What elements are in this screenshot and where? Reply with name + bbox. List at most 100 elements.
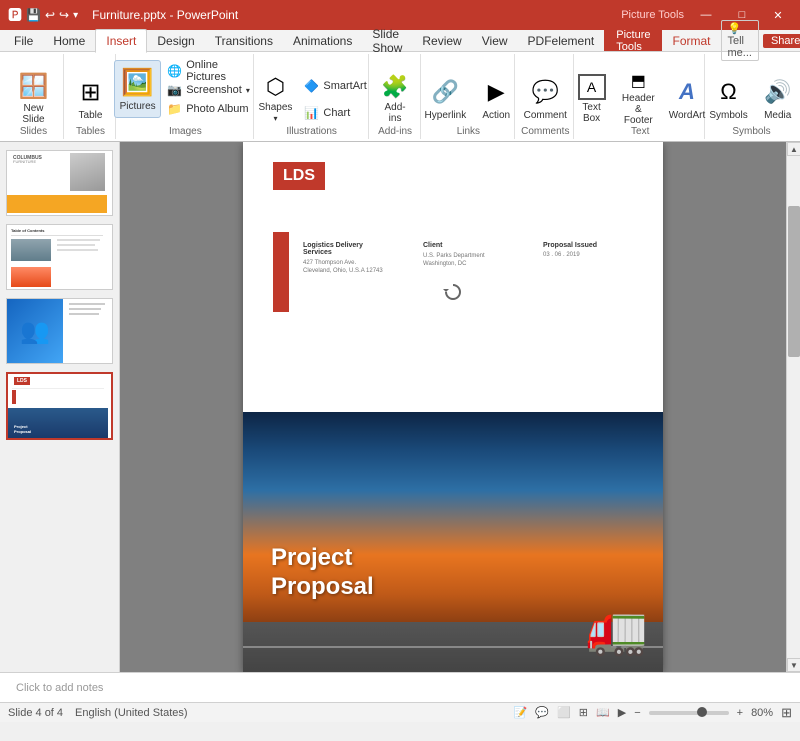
addins-button[interactable]: 🧩 Add- ins xyxy=(373,70,417,128)
slide-3-thumb[interactable]: 👥 xyxy=(6,298,113,364)
status-bar: Slide 4 of 4 English (United States) 📝 💬… xyxy=(0,702,800,722)
title-bar-left: 🅿 💾 ↩ ↪ ▾ Furniture.pptx - PowerPoint xyxy=(8,5,238,25)
zoom-out-button[interactable]: − xyxy=(634,707,640,719)
quick-access-redo[interactable]: ↪ xyxy=(59,8,69,22)
quick-access-save[interactable]: 💾 xyxy=(26,8,41,22)
table-icon: ⊞ xyxy=(75,76,107,108)
view-reading-icon[interactable]: 📖 xyxy=(596,706,610,719)
symbols-button[interactable]: Ω Symbols xyxy=(703,70,753,128)
symbols-group-label: Symbols xyxy=(707,126,796,137)
wordart-label: WordArt xyxy=(669,110,706,121)
truck-icon: 🚛 xyxy=(586,604,648,654)
textbox-button[interactable]: A TextBox xyxy=(571,70,613,128)
tab-transitions[interactable]: Transitions xyxy=(205,30,283,52)
company-info: Logistics Delivery Services 427 Thompson… xyxy=(303,242,393,276)
online-pictures-icon: 🌐 xyxy=(167,64,182,78)
scroll-track[interactable] xyxy=(787,156,800,658)
media-button[interactable]: 🔊 Media xyxy=(756,70,800,128)
tab-format[interactable]: Format xyxy=(662,30,720,51)
t3-line3 xyxy=(69,313,99,315)
notes-area[interactable]: Click to add notes xyxy=(0,672,800,702)
minimize-button[interactable]: — xyxy=(692,6,720,24)
action-button[interactable]: ▶ Action xyxy=(474,70,518,128)
view-slideshow-icon[interactable]: ▶ xyxy=(618,706,626,719)
comment-icon: 💬 xyxy=(529,76,561,108)
tab-view[interactable]: View xyxy=(472,30,518,52)
tab-review[interactable]: Review xyxy=(412,30,471,52)
online-pictures-button[interactable]: 🌐 Online Pictures xyxy=(163,62,256,80)
zoom-in-button[interactable]: + xyxy=(737,707,743,719)
screenshot-dropdown[interactable]: ▾ xyxy=(246,86,250,95)
quick-access-customize[interactable]: ▾ xyxy=(73,10,78,21)
slide-top-section: LDS Logistics Delivery Services 427 Thom… xyxy=(243,142,663,412)
tab-design[interactable]: Design xyxy=(147,30,204,52)
comment-button[interactable]: 💬 Comment xyxy=(518,70,573,128)
app-icon: 🅿 xyxy=(8,5,22,25)
shapes-button[interactable]: ⬡ Shapes ▾ xyxy=(253,70,299,128)
screenshot-button[interactable]: 📷 Screenshot ▾ xyxy=(163,81,256,99)
t2-img2 xyxy=(11,267,51,287)
new-slide-button[interactable]: 🪟 NewSlide xyxy=(12,70,56,128)
links-group-label: Links xyxy=(423,126,515,137)
pictures-icon: 🖼️ xyxy=(122,67,154,99)
images-group-label: Images xyxy=(118,126,253,137)
symbols-label: Symbols xyxy=(709,110,747,121)
ribbon-group-text: A TextBox ⬒ Header& Footer A WordArt Tex… xyxy=(576,54,705,139)
hyperlink-button[interactable]: 🔗 Hyperlink xyxy=(419,70,473,128)
slide-panel[interactable]: 1 COLUMBUS FURNITURE 2 Table of Contents xyxy=(0,142,120,672)
ribbon-wrapper: File Home Insert Design Transitions Anim… xyxy=(0,30,800,142)
textbox-label: TextBox xyxy=(582,102,600,124)
context-band: File Home Insert Design Transitions Anim… xyxy=(0,30,800,52)
view-slide-sorter-icon[interactable]: ⊞ xyxy=(579,706,588,719)
slide-2-container: 2 Table of Contents xyxy=(6,224,113,290)
slide-count: Slide 4 of 4 xyxy=(8,707,63,719)
text-group-label: Text xyxy=(576,126,704,137)
shapes-label: Shapes ▾ xyxy=(259,102,293,124)
tab-home[interactable]: Home xyxy=(43,30,95,52)
tab-pdfelement[interactable]: PDFelement xyxy=(518,30,605,52)
comments-status-icon[interactable]: 💬 xyxy=(535,706,549,719)
header-footer-button[interactable]: ⬒ Header& Footer xyxy=(615,70,663,128)
tab-animations[interactable]: Animations xyxy=(283,30,362,52)
company-label: Logistics Delivery Services xyxy=(303,242,393,256)
scroll-up-button[interactable]: ▲ xyxy=(787,142,800,156)
view-normal-icon[interactable]: ⬜ xyxy=(557,706,571,719)
pictures-button[interactable]: 🖼️ Pictures xyxy=(114,60,161,118)
illustrations-buttons: ⬡ Shapes ▾ 🔷 SmartArt 📊 Chart xyxy=(253,56,371,137)
photo-album-button[interactable]: 📁 Photo Album xyxy=(163,100,256,118)
scroll-down-button[interactable]: ▼ xyxy=(787,658,800,672)
tab-file[interactable]: File xyxy=(4,30,43,52)
notes-icon[interactable]: 📝 xyxy=(514,706,528,719)
tables-buttons: ⊞ Table xyxy=(69,56,113,137)
text-buttons: A TextBox ⬒ Header& Footer A WordArt xyxy=(571,56,710,137)
title-bar-right: Picture Tools — □ ✕ xyxy=(621,6,792,24)
t1-bar xyxy=(7,195,107,213)
t4-redbar xyxy=(12,390,16,404)
t3-text-area xyxy=(69,303,105,318)
table-button[interactable]: ⊞ Table xyxy=(69,70,113,128)
comments-group-label: Comments xyxy=(517,126,573,137)
company-address: 427 Thompson Ave.Cleveland, Ohio, U.S.A … xyxy=(303,259,393,276)
smartart-label: SmartArt xyxy=(323,80,366,92)
canvas-rotate-zone[interactable] xyxy=(443,282,463,302)
share-button[interactable]: Share xyxy=(763,34,800,48)
tab-insert[interactable]: Insert xyxy=(95,29,147,53)
fit-slide-button[interactable]: ⊞ xyxy=(781,705,792,721)
close-button[interactable]: ✕ xyxy=(764,6,792,24)
lds-logo-area: LDS xyxy=(273,162,325,190)
chart-button[interactable]: 📊 Chart xyxy=(300,104,370,122)
proposal-text-area: Project Proposal xyxy=(271,544,374,602)
context-tool-label: Picture Tools xyxy=(621,9,684,21)
slide-4-thumb[interactable]: LDS ProjectProposal xyxy=(6,372,113,440)
vertical-scrollbar[interactable]: ▲ ▼ xyxy=(786,142,800,672)
slide-2-thumb[interactable]: Table of Contents xyxy=(6,224,113,290)
quick-access-undo[interactable]: ↩ xyxy=(45,8,55,22)
canvas-area[interactable]: LDS Logistics Delivery Services 427 Thom… xyxy=(120,142,786,672)
scroll-thumb[interactable] xyxy=(788,206,800,357)
zoom-thumb[interactable] xyxy=(697,707,707,717)
smartart-button[interactable]: 🔷 SmartArt xyxy=(300,77,370,95)
pictures-label: Pictures xyxy=(120,101,156,112)
zoom-slider[interactable] xyxy=(649,711,729,715)
slide-1-thumb[interactable]: COLUMBUS FURNITURE xyxy=(6,150,113,216)
links-buttons: 🔗 Hyperlink ▶ Action xyxy=(419,56,519,137)
